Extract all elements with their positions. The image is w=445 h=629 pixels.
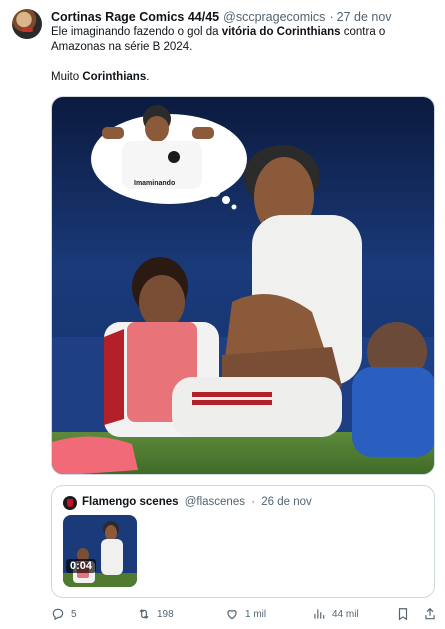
tweet-text-bold: vitória do Corinthians [221,26,341,38]
retweet-button[interactable]: 198 [137,605,174,623]
views-count: 44 mil [332,608,359,620]
share-icon [425,607,435,620]
tweet-text: Ele imaginando fazendo o gol da vitória … [51,25,431,100]
like-button[interactable]: 1 mil [225,605,266,623]
share-button[interactable] [423,605,437,623]
author-handle[interactable]: @sccpragecomics [223,10,325,24]
separator-dot: · [329,10,334,24]
video-duration: 0:04 [66,559,97,573]
quoted-tweet[interactable]: Flamengo scenes @flascenes · 26 de nov 0… [51,485,435,598]
tweet-text-bold: Corinthians [82,71,147,83]
author-avatar[interactable] [12,9,42,39]
photo-illustration: Imaminando [52,97,434,474]
tweet-paragraph-2: Muito Corinthians. [51,70,431,85]
tweet-date[interactable]: 27 de nov [337,10,392,24]
action-bar: 5 198 1 mil 44 mil [51,605,441,625]
tweet-paragraph-1: Ele imaginando fazendo o gol da vitória … [51,25,431,55]
tweet-text-segment: . [146,71,150,83]
author-name[interactable]: Cortinas Rage Comics 44/45 [51,10,219,24]
like-count: 1 mil [245,608,267,620]
jersey-text: Imaminando [134,180,175,187]
bookmark-icon [398,608,408,621]
retweet-count: 198 [157,608,174,620]
quote-author-handle[interactable]: @flascenes [185,496,245,508]
reply-icon [52,608,64,621]
bookmark-button[interactable] [396,605,410,623]
quote-date[interactable]: 26 de nov [261,496,312,508]
quote-author-avatar[interactable] [63,496,77,510]
tweet-header: Cortinas Rage Comics 44/45 @sccpragecomi… [51,10,392,24]
like-icon [227,610,237,620]
tweet: Cortinas Rage Comics 44/45 @sccpragecomi… [0,0,445,629]
tweet-text-segment: Ele imaginando fazendo o gol da [51,26,222,38]
views-button[interactable]: 44 mil [312,605,359,623]
quote-author-name[interactable]: Flamengo scenes [82,496,179,508]
retweet-icon [139,609,149,619]
reply-count: 5 [71,608,77,620]
video-thumbnail-illustration [63,515,137,587]
quote-video-thumbnail[interactable] [63,515,137,587]
tweet-text-segment: Muito [51,71,83,83]
separator-dot: · [251,496,256,508]
views-icon [314,609,325,619]
tweet-image[interactable]: Imaminando [51,96,435,475]
reply-button[interactable]: 5 [51,605,77,623]
quote-header: Flamengo scenes @flascenes · 26 de nov [82,496,312,508]
